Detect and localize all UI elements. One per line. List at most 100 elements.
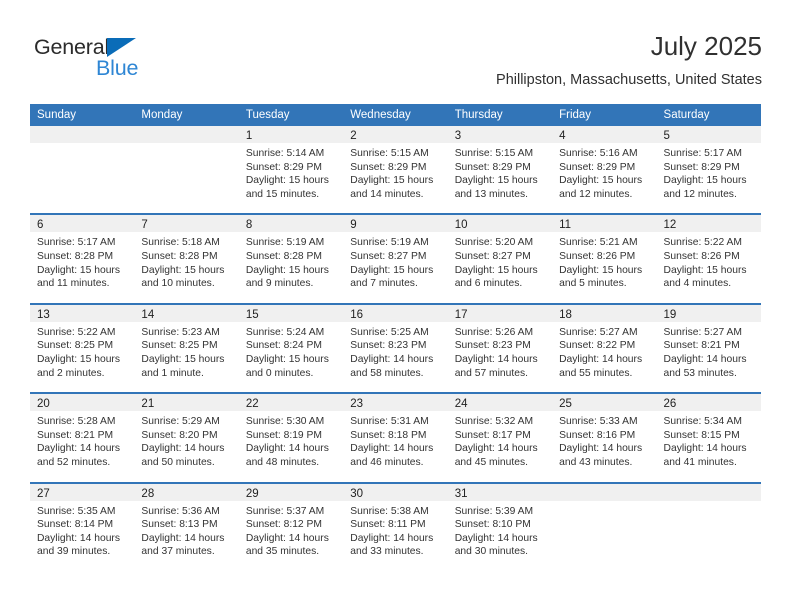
calendar-day-cell[interactable]: 25 Sunrise: 5:33 AM Sunset: 8:16 PM Dayligh…	[552, 394, 657, 482]
daylight-duration-line2: and 46 minutes.	[350, 456, 424, 468]
day-sun-info: Sunrise: 5:24 AM Sunset: 8:24 PM Daylight:…	[239, 322, 343, 380]
daylight-duration-line1: Daylight: 14 hours	[663, 353, 747, 365]
daylight-duration-line1: Daylight: 15 hours	[454, 175, 538, 187]
calendar-day-cell[interactable]: 6 Sunrise: 5:17 AM Sunset: 8:28 PM Daylight…	[30, 215, 135, 303]
daylight-duration-line1: Daylight: 14 hours	[350, 353, 434, 365]
calendar-day-cell[interactable]: 22 Sunrise: 5:30 AM Sunset: 8:19 PM Dayligh…	[238, 394, 344, 482]
calendar-day-cell[interactable]: 8 Sunrise: 5:19 AM Sunset: 8:28 PM Daylight…	[238, 215, 344, 303]
sunrise-time: Sunrise: 5:39 AM	[454, 505, 534, 517]
calendar-day-cell[interactable]: 9 Sunrise: 5:19 AM Sunset: 8:27 PM Daylight…	[343, 215, 448, 303]
sunset-time: Sunset: 8:29 PM	[559, 161, 636, 173]
sunrise-time: Sunrise: 5:17 AM	[37, 237, 116, 249]
weekday-header-tuesday: Tuesday	[245, 109, 290, 121]
day-number: 23	[350, 398, 364, 411]
day-number-band: 6	[30, 215, 135, 233]
sunrise-time: Sunrise: 5:21 AM	[559, 237, 638, 249]
calendar-day-cell[interactable]: 29 Sunrise: 5:37 AM Sunset: 8:12 PM Dayligh…	[238, 483, 344, 571]
day-sun-info: Sunrise: 5:35 AM Sunset: 8:14 PM Daylight:…	[30, 501, 134, 559]
sunset-time: Sunset: 8:20 PM	[141, 429, 218, 441]
day-number: 1	[245, 130, 253, 142]
day-number: 12	[663, 219, 677, 232]
sunset-time: Sunset: 8:22 PM	[559, 340, 636, 352]
day-number: 25	[559, 398, 572, 411]
daylight-duration-line1: Daylight: 15 hours	[245, 264, 329, 276]
calendar-day-cell[interactable]: 16 Sunrise: 5:25 AM Sunset: 8:23 PM Dayligh…	[343, 304, 448, 393]
day-sun-info: Sunrise: 5:27 AM Sunset: 8:22 PM Daylight:…	[552, 322, 656, 380]
sunset-time: Sunset: 8:27 PM	[350, 250, 427, 262]
calendar-day-cell[interactable]: 19 Sunrise: 5:27 AM Sunset: 8:21 PM Dayligh…	[656, 304, 761, 393]
daylight-duration-line2: and 13 minutes.	[454, 188, 528, 200]
day-sun-info: Sunrise: 5:15 AM Sunset: 8:29 PM Daylight:…	[343, 143, 447, 201]
sunrise-time: Sunrise: 5:31 AM	[350, 416, 429, 428]
sunset-time: Sunset: 8:28 PM	[37, 250, 114, 262]
calendar-day-cell[interactable]: 17 Sunrise: 5:26 AM Sunset: 8:23 PM Dayligh…	[447, 304, 553, 393]
calendar-day-cell[interactable]: 14 Sunrise: 5:23 AM Sunset: 8:25 PM Dayligh…	[134, 304, 239, 393]
day-number: 8	[245, 219, 253, 232]
weekday-header-thursday: Thursday	[454, 109, 503, 121]
calendar-day-cell[interactable]: 13 Sunrise: 5:22 AM Sunset: 8:25 PM Dayligh…	[30, 304, 135, 393]
day-number-band	[552, 483, 657, 501]
calendar-day-cell[interactable]: 30 Sunrise: 5:38 AM Sunset: 8:11 PM Dayligh…	[343, 483, 448, 571]
day-number-band: 15	[238, 304, 344, 322]
calendar-day-cell[interactable]: 26 Sunrise: 5:34 AM Sunset: 8:15 PM Dayligh…	[656, 394, 761, 482]
calendar-day-cell[interactable]: 10 Sunrise: 5:20 AM Sunset: 8:27 PM Dayligh…	[447, 215, 553, 303]
sunset-time: Sunset: 8:23 PM	[454, 340, 531, 352]
general-blue-logo[interactable]: General Blue	[34, 35, 164, 83]
sunset-time: Sunset: 8:29 PM	[350, 161, 427, 173]
sunrise-time: Sunrise: 5:35 AM	[37, 505, 116, 517]
logo-secondary-text: Blue	[96, 56, 139, 80]
calendar-day-cell[interactable]: 15 Sunrise: 5:24 AM Sunset: 8:24 PM Dayligh…	[238, 304, 344, 393]
day-sun-info: Sunrise: 5:31 AM Sunset: 8:18 PM Daylight:…	[343, 411, 447, 469]
daylight-duration-line2: and 30 minutes.	[454, 546, 528, 558]
calendar-day-cell[interactable]: 28 Sunrise: 5:36 AM Sunset: 8:13 PM Dayligh…	[134, 483, 239, 571]
day-sun-info	[552, 501, 656, 505]
calendar-day-cell-empty	[552, 483, 657, 571]
day-number-band: 25	[552, 394, 657, 412]
calendar-day-cell[interactable]: 20 Sunrise: 5:28 AM Sunset: 8:21 PM Dayligh…	[30, 394, 135, 482]
day-number-band: 12	[656, 215, 761, 233]
calendar-day-cell[interactable]: 4 Sunrise: 5:16 AM Sunset: 8:29 PM Daylight…	[552, 126, 657, 214]
calendar-day-cell[interactable]: 27 Sunrise: 5:35 AM Sunset: 8:14 PM Dayligh…	[30, 483, 135, 571]
calendar-day-cell[interactable]: 18 Sunrise: 5:27 AM Sunset: 8:22 PM Dayligh…	[552, 304, 657, 393]
day-number-band: 27	[30, 483, 135, 501]
calendar-day-cell[interactable]: 5 Sunrise: 5:17 AM Sunset: 8:29 PM Daylight…	[656, 126, 761, 214]
calendar-day-cell[interactable]: 24 Sunrise: 5:32 AM Sunset: 8:17 PM Dayligh…	[447, 394, 553, 482]
day-number: 24	[454, 398, 468, 411]
calendar-day-cell[interactable]: 7 Sunrise: 5:18 AM Sunset: 8:28 PM Daylight…	[134, 215, 239, 303]
calendar-day-cell[interactable]: 2 Sunrise: 5:15 AM Sunset: 8:29 PM Daylight…	[343, 126, 448, 214]
daylight-duration-line1: Daylight: 15 hours	[350, 264, 434, 276]
calendar-day-cell[interactable]: 12 Sunrise: 5:22 AM Sunset: 8:26 PM Dayligh…	[656, 215, 761, 303]
calendar-day-cell[interactable]: 23 Sunrise: 5:31 AM Sunset: 8:18 PM Dayligh…	[343, 394, 448, 482]
day-number-band: 31	[447, 483, 553, 501]
sunrise-time: Sunrise: 5:24 AM	[245, 326, 325, 338]
calendar-day-cell[interactable]: 21 Sunrise: 5:29 AM Sunset: 8:20 PM Dayligh…	[134, 394, 239, 482]
daylight-duration-line2: and 50 minutes.	[141, 456, 215, 468]
day-sun-info: Sunrise: 5:28 AM Sunset: 8:21 PM Daylight:…	[30, 411, 134, 469]
sunset-time: Sunset: 8:10 PM	[454, 519, 531, 531]
calendar-day-cell[interactable]: 3 Sunrise: 5:15 AM Sunset: 8:29 PM Daylight…	[447, 126, 553, 214]
daylight-duration-line2: and 45 minutes.	[454, 456, 528, 468]
day-sun-info: Sunrise: 5:21 AM Sunset: 8:26 PM Daylight:…	[552, 232, 656, 290]
daylight-duration-line2: and 14 minutes.	[350, 188, 424, 200]
calendar-day-cell[interactable]: 31 Sunrise: 5:39 AM Sunset: 8:10 PM Dayligh…	[447, 483, 553, 571]
sunrise-time: Sunrise: 5:20 AM	[454, 237, 534, 249]
daylight-duration-line2: and 39 minutes.	[37, 546, 111, 558]
sunset-time: Sunset: 8:25 PM	[141, 340, 218, 352]
day-number: 3	[454, 130, 462, 142]
sunset-time: Sunset: 8:21 PM	[663, 340, 740, 352]
day-number-band	[656, 483, 761, 501]
sunset-time: Sunset: 8:14 PM	[37, 519, 114, 531]
day-number: 31	[454, 487, 468, 500]
calendar-weeks: 1 Sunrise: 5:14 AM Sunset: 8:29 PM Daylight…	[30, 126, 761, 571]
calendar-day-cell[interactable]: 11 Sunrise: 5:21 AM Sunset: 8:26 PM Dayligh…	[552, 215, 657, 303]
daylight-duration-line1: Daylight: 14 hours	[245, 532, 329, 544]
sunrise-time: Sunrise: 5:32 AM	[454, 416, 534, 428]
calendar-day-cell[interactable]: 1 Sunrise: 5:14 AM Sunset: 8:29 PM Daylight…	[238, 126, 344, 214]
daylight-duration-line1: Daylight: 15 hours	[141, 264, 225, 276]
day-sun-info: Sunrise: 5:32 AM Sunset: 8:17 PM Daylight:…	[448, 411, 552, 469]
daylight-duration-line2: and 15 minutes.	[245, 188, 320, 200]
day-number-band: 10	[447, 215, 553, 233]
sunrise-time: Sunrise: 5:18 AM	[141, 237, 220, 249]
day-number: 22	[245, 398, 259, 411]
day-sun-info: Sunrise: 5:17 AM Sunset: 8:29 PM Daylight:…	[657, 143, 761, 201]
